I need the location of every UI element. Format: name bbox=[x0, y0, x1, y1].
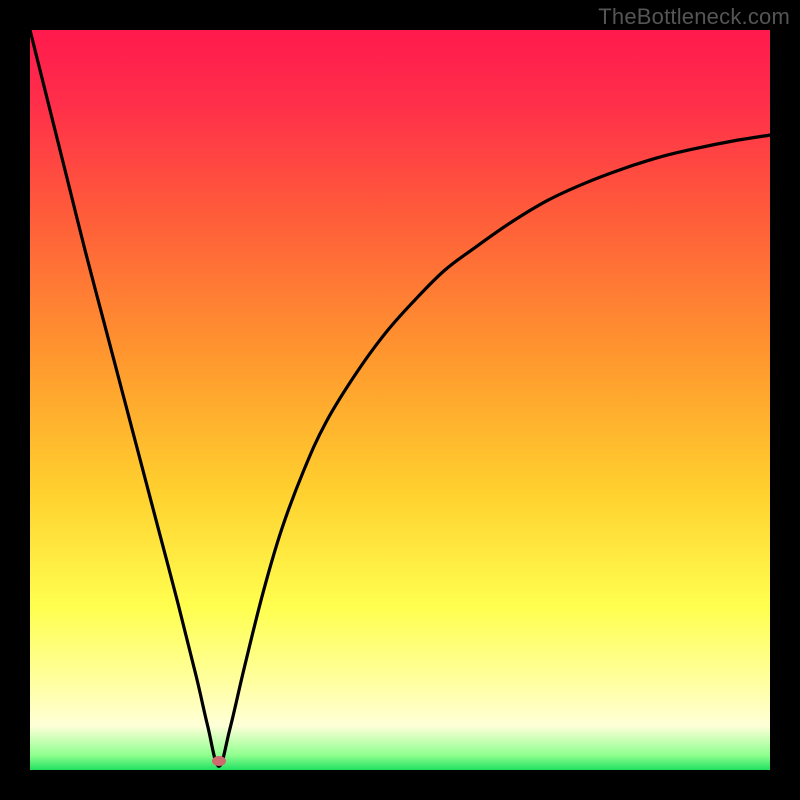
minimum-marker bbox=[212, 756, 226, 766]
plot-area bbox=[30, 30, 770, 770]
chart-frame: TheBottleneck.com bbox=[0, 0, 800, 800]
gradient-background bbox=[30, 30, 770, 770]
attribution-label: TheBottleneck.com bbox=[598, 4, 790, 30]
